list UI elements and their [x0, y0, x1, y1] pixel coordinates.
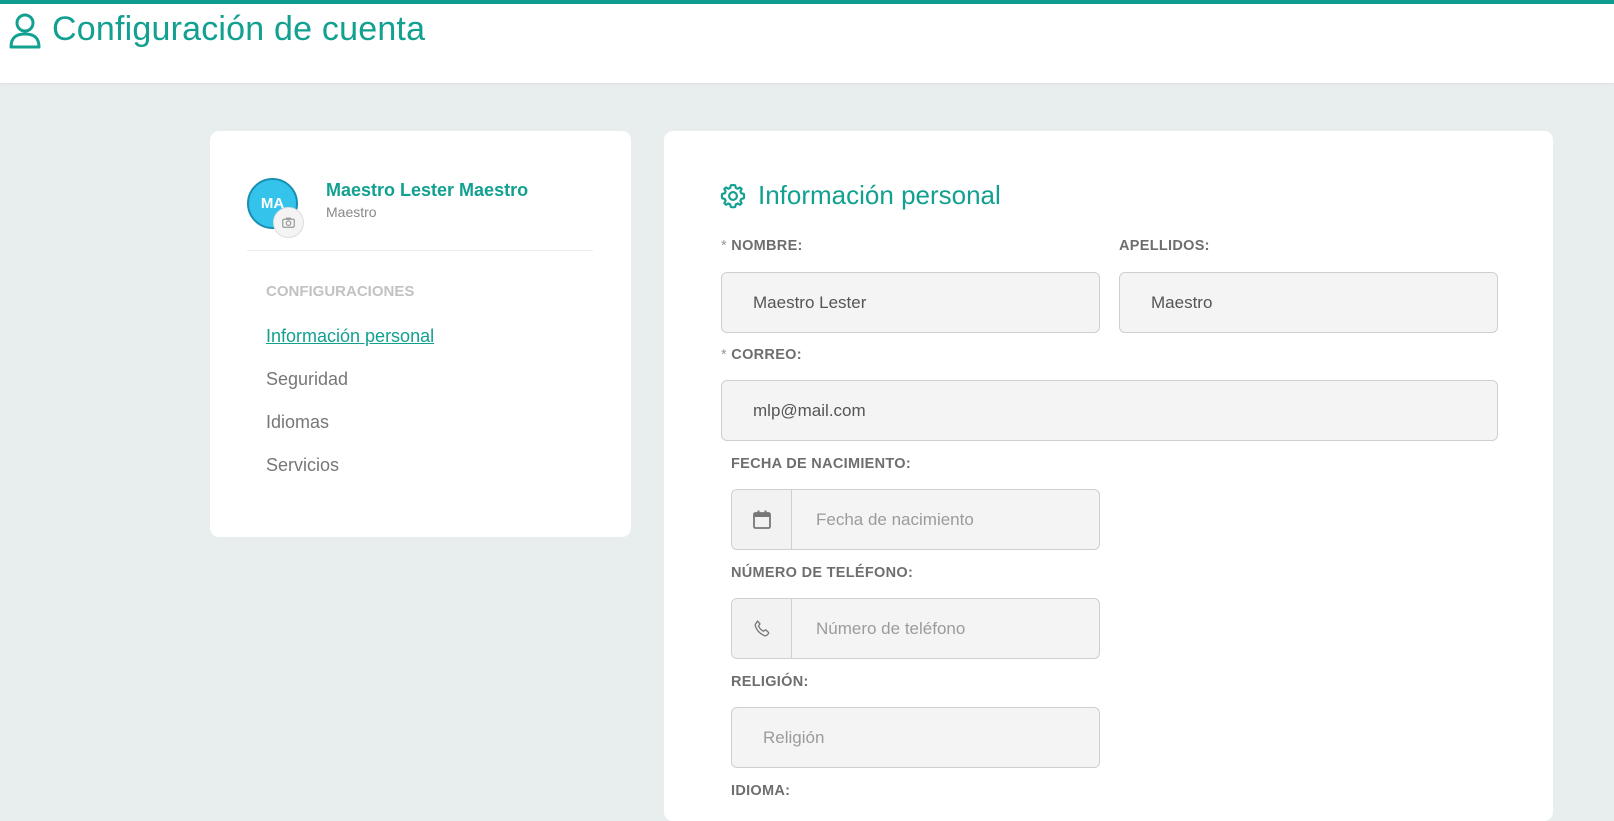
required-mark: *: [721, 347, 727, 363]
phone-addon: [732, 599, 792, 658]
gear-icon: [720, 183, 746, 208]
telefono-input[interactable]: Número de teléfono: [792, 599, 965, 658]
idioma-label: IDIOMA:: [731, 783, 791, 799]
divider: [247, 250, 593, 251]
fecha-field[interactable]: Fecha de nacimiento: [731, 489, 1100, 550]
religion-label: RELIGIÓN:: [731, 674, 809, 690]
nombre-label: * NOMBRE:: [721, 238, 803, 254]
calendar-icon: [752, 510, 771, 529]
nombre-input[interactable]: Maestro Lester: [721, 272, 1100, 333]
page-title: Configuración de cuenta: [52, 10, 426, 48]
profile-card: MA Maestro Lester Maestro Maestro CONFIG…: [210, 131, 631, 537]
correo-input[interactable]: mlp@mail.com: [721, 380, 1498, 441]
apellidos-input[interactable]: Maestro: [1119, 272, 1498, 333]
required-mark: *: [721, 238, 727, 254]
menu-item-seguridad[interactable]: Seguridad: [266, 369, 348, 390]
fecha-input[interactable]: Fecha de nacimiento: [792, 490, 974, 549]
section-title: Información personal: [720, 180, 1001, 211]
profile-name: Maestro Lester Maestro: [326, 180, 529, 200]
menu-item-informacion-personal[interactable]: Información personal: [266, 326, 434, 347]
religion-input[interactable]: Religión: [731, 707, 1100, 768]
page-header: Configuración de cuenta: [0, 0, 1614, 83]
user-icon: [9, 13, 41, 49]
correo-label: * CORREO:: [721, 347, 802, 363]
personal-info-card: Información personal * NOMBRE: Maestro L…: [664, 131, 1553, 821]
apellidos-label: APELLIDOS:: [1119, 238, 1210, 254]
menu-item-idiomas[interactable]: Idiomas: [266, 412, 329, 433]
calendar-button[interactable]: [732, 490, 792, 549]
section-title-label: Información personal: [758, 180, 1001, 210]
menu-item-servicios[interactable]: Servicios: [266, 455, 339, 476]
telefono-field[interactable]: Número de teléfono: [731, 598, 1100, 659]
change-photo-button[interactable]: [273, 207, 304, 238]
fecha-label: FECHA DE NACIMIENTO:: [731, 456, 911, 472]
profile-role: Maestro: [326, 204, 377, 220]
telefono-label: NÚMERO DE TELÉFONO:: [731, 565, 914, 581]
phone-icon: [754, 619, 769, 636]
camera-icon: [282, 217, 295, 228]
menu-heading: CONFIGURACIONES: [266, 283, 415, 300]
